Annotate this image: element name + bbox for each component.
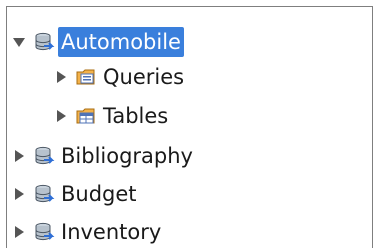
tree-item-label: Bibliography [61,144,193,168]
tree-item-label: Budget [61,182,137,206]
tree-item-label: Inventory [61,220,162,244]
tree-item-tables[interactable]: Tables [53,97,171,135]
database-icon [33,31,55,53]
tree-item-inventory[interactable]: Inventory [11,213,164,251]
tree-item-bibliography[interactable]: Bibliography [11,137,196,175]
database-navigator-panel: Automobile Queries Tables Bibliography B… [6,6,373,248]
tree-item-label: Queries [103,65,185,89]
tree-item-budget[interactable]: Budget [11,175,140,213]
collapsed-arrow-icon[interactable] [11,186,27,202]
database-icon [33,183,55,205]
collapsed-arrow-icon[interactable] [11,224,27,240]
collapsed-arrow-icon[interactable] [11,148,27,164]
tree-item-automobile[interactable]: Automobile [11,23,184,61]
expanded-arrow-icon[interactable] [11,34,27,50]
collapsed-arrow-icon[interactable] [53,108,69,124]
queries-folder-icon [75,66,97,88]
tree-item-queries[interactable]: Queries [53,58,187,96]
database-icon [33,145,55,167]
database-icon [33,221,55,243]
tables-folder-icon [75,105,97,127]
collapsed-arrow-icon[interactable] [53,69,69,85]
tree-item-label: Tables [103,104,169,128]
tree-item-label: Automobile [58,27,184,57]
